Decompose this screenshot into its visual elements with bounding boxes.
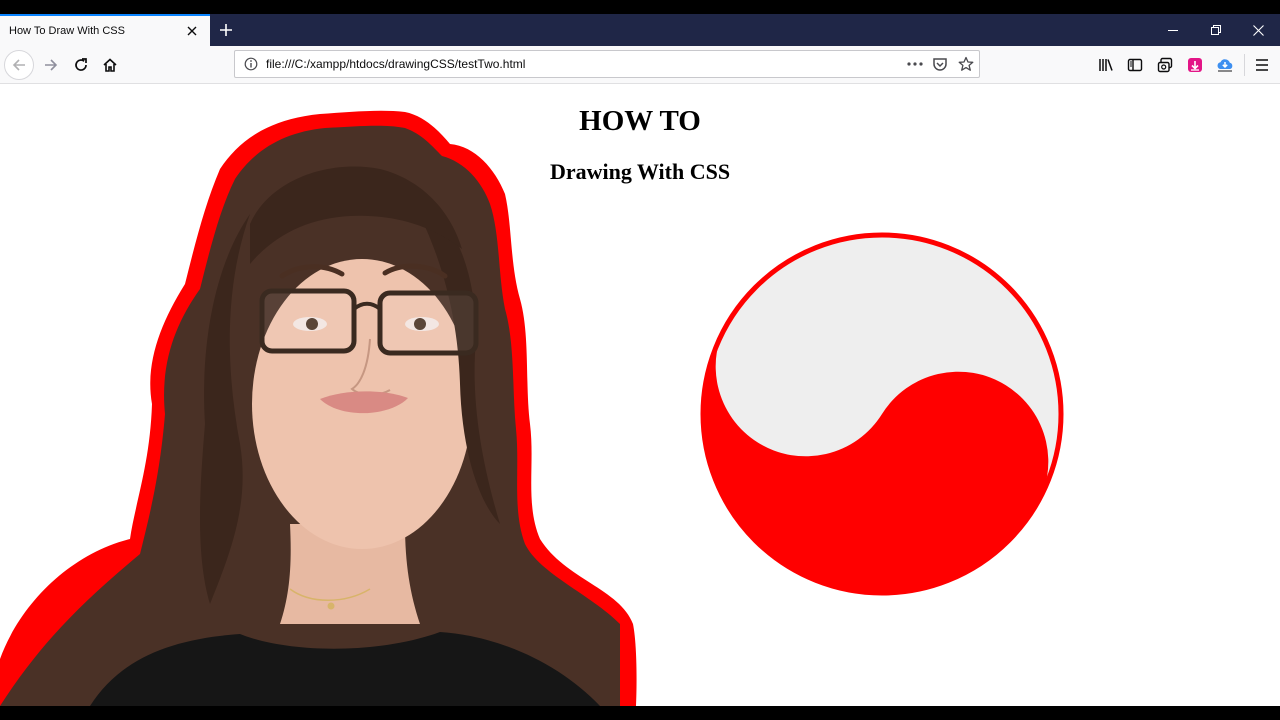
url-text[interactable]: file:///C:/xampp/htdocs/drawingCSS/testT…: [266, 51, 525, 77]
tab-bar: How To Draw With CSS: [0, 14, 1280, 46]
more-horizontal-icon[interactable]: [904, 53, 926, 75]
tab-title: How To Draw With CSS: [9, 25, 125, 37]
synced-tabs-icon[interactable]: [1152, 52, 1178, 78]
library-icon[interactable]: [1093, 52, 1119, 78]
extension-icon[interactable]: [1182, 52, 1208, 78]
page-heading: HOW TO: [579, 105, 701, 137]
toolbar-separator: [1244, 54, 1245, 76]
page-subheading: Drawing With CSS: [549, 159, 731, 184]
hamburger-menu-icon[interactable]: [1249, 52, 1275, 78]
tab-active[interactable]: How To Draw With CSS: [0, 14, 210, 46]
necklace-pendant: [327, 602, 335, 610]
window-controls: [1151, 14, 1280, 46]
web-page-content: HOW TO Drawing With CSS: [0, 84, 1280, 706]
reload-icon[interactable]: [66, 50, 96, 80]
arrow-right-icon[interactable]: [36, 50, 66, 80]
new-tab-plus-icon[interactable]: [214, 18, 238, 42]
url-bar[interactable]: file:///C:/xampp/htdocs/drawingCSS/testT…: [234, 50, 980, 78]
arrow-left-icon[interactable]: [4, 50, 34, 80]
restore-icon[interactable]: [1194, 14, 1237, 46]
minimize-icon[interactable]: [1151, 14, 1194, 46]
right-iris: [414, 318, 426, 330]
yin-yang-dark-dot: [948, 391, 992, 435]
info-icon[interactable]: [241, 54, 261, 74]
star-icon[interactable]: [955, 53, 977, 75]
download-cloud-icon[interactable]: [1212, 52, 1238, 78]
tab-close-icon[interactable]: [180, 19, 204, 43]
yin-yang-symbol: [700, 232, 1064, 596]
sidebar-icon[interactable]: [1122, 52, 1148, 78]
window-close-icon[interactable]: [1237, 14, 1280, 46]
navigation-toolbar: file:///C:/xampp/htdocs/drawingCSS/testT…: [0, 46, 1280, 84]
pocket-icon[interactable]: [929, 53, 951, 75]
left-iris: [306, 318, 318, 330]
screen-frame: How To Draw With CSS file:///C:/xampp/ht…: [0, 0, 1280, 720]
home-icon[interactable]: [95, 50, 125, 80]
yin-yang-light-dot: [772, 391, 816, 435]
